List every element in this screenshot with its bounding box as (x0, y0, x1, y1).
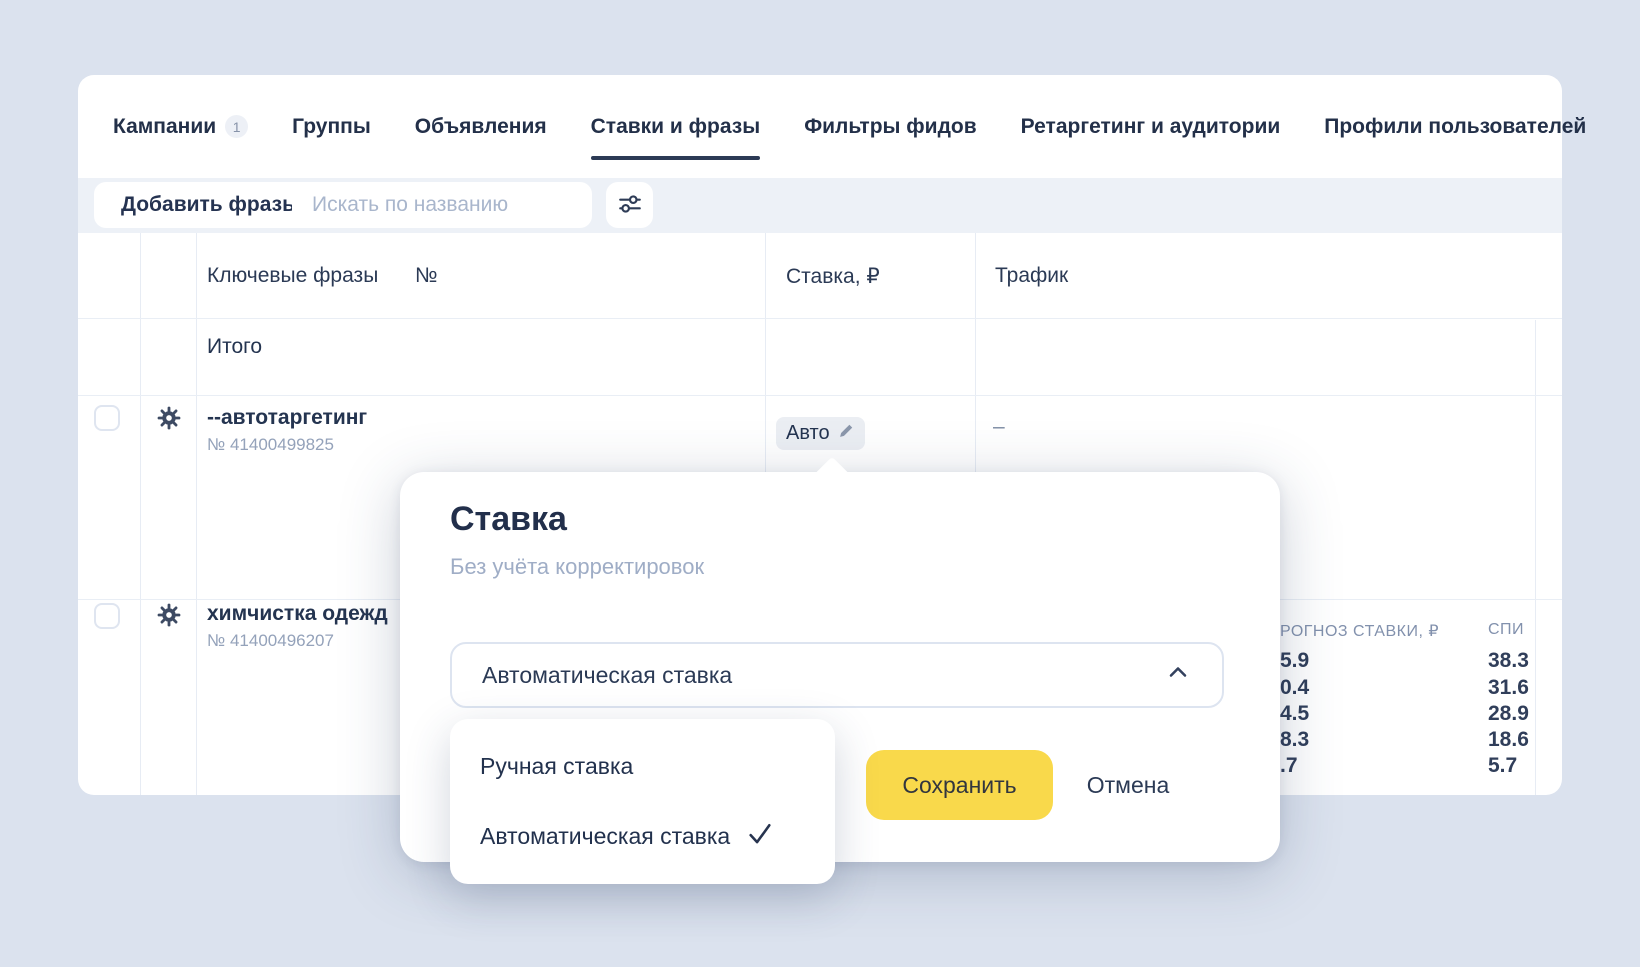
tab-groups[interactable]: Группы (292, 75, 371, 178)
cancel-button[interactable]: Отмена (1048, 750, 1208, 820)
tab-bids-and-phrases-label: Ставки и фразы (591, 115, 761, 139)
bid-type-select[interactable]: Автоматическая ставка (450, 642, 1224, 708)
gear-icon[interactable] (156, 602, 182, 628)
checkmark-icon (746, 820, 774, 854)
writeoff-value: 28.9 (1488, 701, 1534, 727)
option-manual-bid-label: Ручная ставка (480, 753, 633, 780)
modal-title: Ставка (450, 500, 567, 539)
row-checkbox[interactable] (94, 405, 120, 431)
toolbar: Добавить фразы (78, 178, 1562, 233)
writeoff-value: 18.6 (1488, 727, 1534, 753)
bid-forecast-column-header: РОГНОЗ СТАВКИ, ₽ (1280, 621, 1439, 641)
writeoff-value: 5.7 (1488, 753, 1534, 779)
tab-ads-label: Объявления (415, 115, 547, 139)
header-key-phrases: Ключевые фразы (207, 264, 378, 288)
bid-forecast-value: 8.3 (1280, 727, 1309, 753)
row-divider (78, 318, 1562, 319)
phrase-name[interactable]: --автотаргетинг (207, 406, 367, 430)
gear-icon[interactable] (156, 405, 182, 431)
tab-retargeting-label: Ретаргетинг и аудитории (1021, 115, 1281, 139)
phrase-id: № 41400496207 (207, 631, 334, 651)
sliders-icon (617, 191, 643, 220)
bid-forecast-value: .7 (1280, 753, 1298, 779)
bid-type-select-value: Автоматическая ставка (482, 662, 732, 689)
tab-bids-and-phrases[interactable]: Ставки и фразы (591, 75, 761, 178)
option-auto-bid[interactable]: Автоматическая ставка (450, 804, 835, 870)
bid-forecast-value: 0.4 (1280, 675, 1309, 701)
tab-feed-filters-label: Фильтры фидов (804, 115, 976, 139)
search-input[interactable] (292, 182, 592, 228)
column-divider (1535, 320, 1536, 795)
header-bid: Ставка, ₽ (786, 264, 880, 289)
pencil-icon (838, 422, 855, 445)
chevron-up-icon (1164, 658, 1192, 692)
tab-retargeting[interactable]: Ретаргетинг и аудитории (1021, 75, 1281, 178)
bid-auto-label: Авто (786, 422, 830, 445)
save-button[interactable]: Сохранить (866, 750, 1053, 820)
tab-user-profiles-label: Профили пользователей (1324, 115, 1586, 139)
tab-campaigns-label: Кампании (113, 115, 216, 139)
bid-auto-badge[interactable]: Авто (776, 417, 865, 450)
writeoff-value: 31.6 (1488, 675, 1534, 701)
phrase-name[interactable]: химчистка одежд (207, 602, 388, 626)
phrase-id: № 41400499825 (207, 435, 334, 455)
option-manual-bid[interactable]: Ручная ставка (450, 733, 835, 799)
campaigns-count-badge: 1 (225, 115, 248, 138)
bid-forecast-value: 4.5 (1280, 701, 1309, 727)
tab-user-profiles[interactable]: Профили пользователей (1324, 75, 1586, 178)
tab-feed-filters[interactable]: Фильтры фидов (804, 75, 976, 178)
writeoff-column-header: СПИ (1488, 621, 1536, 639)
option-auto-bid-label: Автоматическая ставка (480, 823, 730, 850)
bid-forecast-value: 5.9 (1280, 648, 1309, 674)
tab-campaigns[interactable]: Кампании 1 (113, 75, 248, 178)
header-number-sign: № (415, 264, 438, 288)
bid-type-dropdown-menu: Ручная ставка Автоматическая ставка (450, 719, 835, 884)
tab-groups-label: Группы (292, 115, 371, 139)
tab-ads[interactable]: Объявления (415, 75, 547, 178)
writeoff-value: 38.3 (1488, 648, 1534, 674)
filter-button[interactable] (606, 182, 653, 228)
traffic-value: – (993, 415, 1005, 439)
row-divider (78, 395, 1562, 396)
row-checkbox[interactable] (94, 603, 120, 629)
modal-subtitle: Без учёта корректировок (450, 554, 704, 580)
total-row-label: Итого (207, 335, 262, 359)
page: { "tabs": [ {"label": "Кампании", "badge… (0, 0, 1640, 967)
tab-bar: Кампании 1 Группы Объявления Ставки и фр… (78, 75, 1562, 178)
header-traffic: Трафик (995, 264, 1068, 288)
